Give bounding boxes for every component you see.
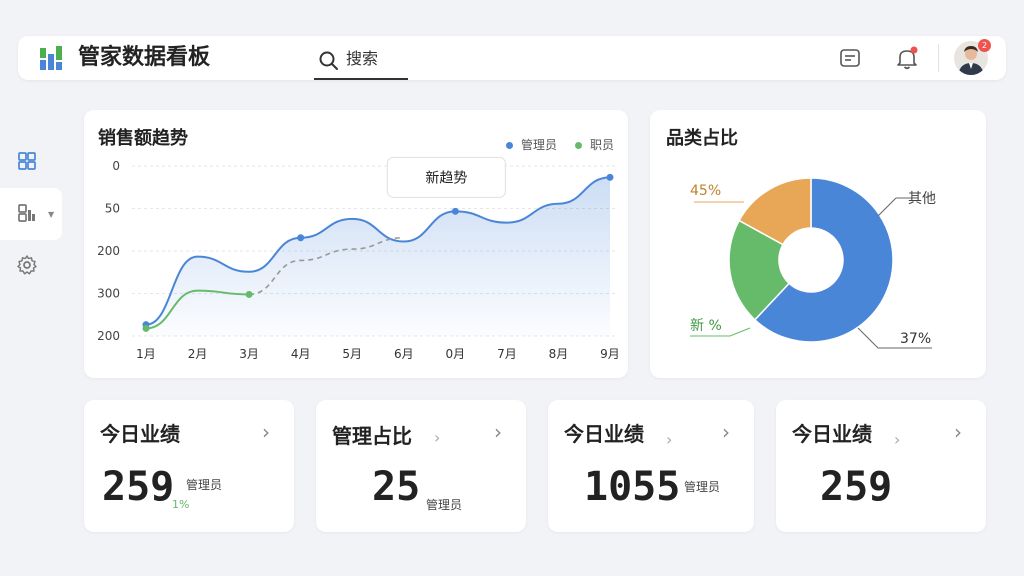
stat-title: 今日业绩 bbox=[792, 422, 872, 446]
tooltip-text: 新趋势 bbox=[425, 170, 467, 186]
x-tick-label: 3月 bbox=[239, 347, 259, 361]
donut-chart: 45% 其他新 % 37% bbox=[690, 177, 936, 349]
y-tick-label: 200 bbox=[97, 329, 120, 343]
slice-label-orange: 45% bbox=[690, 183, 721, 199]
stat-value: 1055 bbox=[584, 464, 681, 510]
grid-icon bbox=[18, 204, 35, 222]
x-tick-label: 0月 bbox=[446, 347, 466, 361]
chevron-right-icon[interactable]: › bbox=[954, 420, 962, 444]
sales-trend-card: 销售额趋势 管理员 职员 200 300 200 50 0 1月 2月 3月 4月 5月 6月 0月 7… bbox=[84, 110, 628, 378]
stat-value: 25 bbox=[372, 464, 421, 510]
x-tick-label: 7月 bbox=[497, 347, 517, 361]
stat-title: 今日业绩 bbox=[564, 422, 644, 446]
data-point bbox=[142, 324, 150, 332]
chevron-right-icon: › bbox=[434, 428, 441, 447]
y-tick-label: 200 bbox=[97, 244, 120, 258]
x-tick-label: 8月 bbox=[549, 347, 569, 361]
chevron-right-icon: › bbox=[894, 430, 901, 449]
line-chart: 200 300 200 50 0 1月 2月 3月 4月 5月 6月 0月 7月 8月 9月 新趋势 bbox=[97, 156, 620, 361]
callout-line bbox=[877, 197, 912, 217]
stat-card[interactable]: 今日业绩 › › 1055 管理员 bbox=[548, 400, 754, 532]
stat-value: 259 bbox=[102, 464, 175, 510]
data-point bbox=[451, 207, 459, 215]
top-bar: 管家数据看板 搜索 2 bbox=[18, 36, 1006, 80]
chevron-down-icon: ▼ bbox=[48, 210, 55, 219]
side-item-settings[interactable] bbox=[0, 240, 62, 292]
stat-card[interactable]: 今日业绩 › › 259 bbox=[776, 400, 986, 532]
side-item-reports[interactable]: ▼ bbox=[0, 188, 62, 240]
side-item-dashboard[interactable] bbox=[0, 136, 62, 188]
gear-icon bbox=[17, 255, 37, 275]
category-share-card: 品类占比 45% 其他新 % 37% bbox=[650, 110, 986, 378]
y-tick-label: 0 bbox=[112, 159, 120, 173]
stat-card[interactable]: 管理占比 › › 25 管理员 bbox=[316, 400, 526, 532]
x-tick-label: 1月 bbox=[136, 347, 156, 361]
logo-icon bbox=[40, 46, 62, 70]
x-tick-label: 4月 bbox=[291, 347, 311, 361]
slice-label-other: 其他 bbox=[908, 191, 936, 207]
x-tick-label: 6月 bbox=[394, 347, 414, 361]
app-title: 管家数据看板 bbox=[78, 45, 211, 70]
x-tick-label: 5月 bbox=[342, 347, 362, 361]
search-icon bbox=[319, 51, 338, 70]
chevron-right-icon: › bbox=[666, 430, 673, 449]
chevron-right-icon[interactable]: › bbox=[722, 420, 730, 444]
slice-label-blue: 37% bbox=[900, 331, 931, 347]
chevron-right-icon[interactable]: › bbox=[494, 420, 502, 444]
stat-value: 259 bbox=[820, 464, 893, 510]
message-icon[interactable] bbox=[838, 47, 862, 71]
slice-label-green: 新 % bbox=[690, 318, 722, 334]
data-point bbox=[606, 173, 614, 181]
avatar-badge: 2 bbox=[978, 39, 991, 52]
search-box[interactable]: 搜索 bbox=[314, 44, 408, 80]
y-tick-label: 300 bbox=[97, 287, 120, 301]
data-point bbox=[297, 234, 305, 242]
stat-sub: 管理员 bbox=[426, 498, 463, 512]
bell-icon[interactable] bbox=[894, 45, 920, 71]
stat-card[interactable]: 今日业绩 › 259 管理员 1% bbox=[84, 400, 294, 532]
dashboard-icon bbox=[18, 152, 36, 170]
y-tick-label: 50 bbox=[105, 202, 120, 216]
divider bbox=[938, 44, 939, 72]
data-point bbox=[245, 290, 253, 298]
stat-delta: 1% bbox=[172, 498, 190, 511]
x-tick-label: 9月 bbox=[600, 347, 620, 361]
chevron-right-icon[interactable]: › bbox=[262, 420, 270, 444]
search-label: 搜索 bbox=[346, 49, 379, 68]
stat-sub: 管理员 bbox=[186, 478, 223, 492]
stat-sub: 管理员 bbox=[684, 480, 721, 494]
stat-title: 今日业绩 bbox=[100, 422, 180, 446]
series-area bbox=[146, 177, 610, 336]
stat-title: 管理占比 bbox=[332, 424, 412, 448]
x-tick-label: 2月 bbox=[188, 347, 208, 361]
